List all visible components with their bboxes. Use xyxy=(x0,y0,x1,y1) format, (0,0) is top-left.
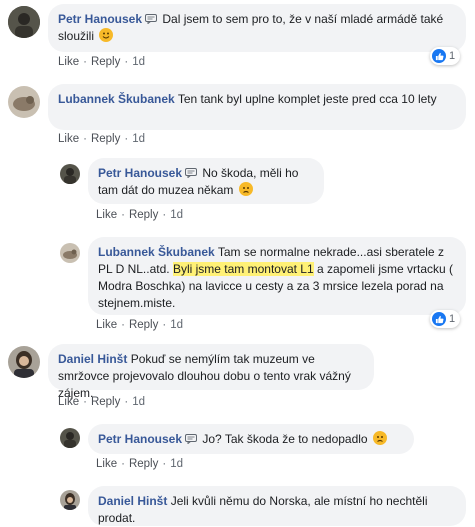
highlighted-text: Byli jsme tam montovat L1 xyxy=(172,262,314,276)
comment-author[interactable]: Daniel Hinšt xyxy=(98,494,167,508)
reaction-count-badge[interactable]: 1 xyxy=(430,47,461,65)
reply-link[interactable]: Reply xyxy=(129,209,158,221)
timestamp[interactable]: 1d xyxy=(132,133,145,145)
comment-bubble: Lubannek Škubanek Tam se normalne nekrad… xyxy=(88,237,466,315)
avatar[interactable] xyxy=(8,6,40,38)
like-link[interactable]: Like xyxy=(96,319,117,331)
timestamp[interactable]: 1d xyxy=(132,396,145,408)
comment-text: Ten tank byl uplne komplet jeste pred cc… xyxy=(177,92,437,106)
avatar[interactable] xyxy=(60,490,80,510)
like-link[interactable]: Like xyxy=(96,458,117,470)
comment-bubble: Lubannek Škubanek Ten tank byl uplne kom… xyxy=(48,84,466,130)
comment-actions: Like · Reply · 1d xyxy=(58,56,145,68)
timestamp[interactable]: 1d xyxy=(170,458,183,470)
reaction-count-badge[interactable]: 1 xyxy=(430,310,461,328)
timestamp[interactable]: 1d xyxy=(170,319,183,331)
avatar-image xyxy=(8,6,40,38)
speech-bubble-icon xyxy=(185,168,197,178)
comment-bubble: Daniel Hinšt Jeli kvůli němu do Norska, … xyxy=(88,486,466,526)
avatar[interactable] xyxy=(60,428,80,448)
reaction-count: 1 xyxy=(449,313,456,325)
avatar-image xyxy=(8,346,40,378)
comment-author[interactable]: Petr Hanousek xyxy=(98,432,182,446)
comment-actions: Like · Reply · 1d xyxy=(58,396,145,408)
reply-link[interactable]: Reply xyxy=(129,319,158,331)
reaction-count: 1 xyxy=(449,50,456,62)
comment-actions: Like · Reply · 1d xyxy=(96,319,183,331)
comment-author[interactable]: Petr Hanousek xyxy=(58,12,142,26)
speech-bubble-icon xyxy=(185,434,197,444)
reply-link[interactable]: Reply xyxy=(91,133,120,145)
smile-emoji-icon xyxy=(99,28,114,42)
comment-actions: Like · Reply · 1d xyxy=(58,133,145,145)
avatar-image xyxy=(60,243,80,263)
timestamp[interactable]: 1d xyxy=(170,209,183,221)
sad-emoji-icon xyxy=(238,182,253,196)
avatar[interactable] xyxy=(8,86,40,118)
comment-author[interactable]: Lubannek Škubanek xyxy=(98,245,215,259)
reply-link[interactable]: Reply xyxy=(91,396,120,408)
comment-author[interactable]: Petr Hanousek xyxy=(98,166,182,180)
comment-bubble: Daniel Hinšt Pokuď se nemýlím tak muzeum… xyxy=(48,344,374,400)
comment-bubble: Petr Hanousek Jo? Tak škoda že to nedopa… xyxy=(88,424,414,454)
reply-link[interactable]: Reply xyxy=(91,56,120,68)
like-reaction-icon xyxy=(432,49,446,63)
comment-actions: Like · Reply · 1d xyxy=(96,458,183,470)
avatar-image xyxy=(8,86,40,118)
like-link[interactable]: Like xyxy=(58,133,79,145)
sad-emoji-icon xyxy=(372,431,387,445)
comment-bubble: Petr Hanousek No škoda, měli ho tam dát … xyxy=(88,158,324,204)
comment-actions: Like · Reply · 1d xyxy=(96,209,183,221)
timestamp[interactable]: 1d xyxy=(132,56,145,68)
avatar-image xyxy=(60,164,80,184)
comment-bubble: Petr Hanousek Dal jsem to sem pro to, že… xyxy=(48,4,466,52)
speech-bubble-icon xyxy=(145,14,157,24)
avatar[interactable] xyxy=(60,164,80,184)
like-link[interactable]: Like xyxy=(58,56,79,68)
like-link[interactable]: Like xyxy=(96,209,117,221)
avatar[interactable] xyxy=(60,243,80,263)
comment-text: Jo? Tak škoda že to nedopadlo xyxy=(202,432,368,446)
comment-author[interactable]: Daniel Hinšt xyxy=(58,352,127,366)
avatar-image xyxy=(60,490,80,510)
reply-link[interactable]: Reply xyxy=(129,458,158,470)
like-link[interactable]: Like xyxy=(58,396,79,408)
comment-author[interactable]: Lubannek Škubanek xyxy=(58,92,175,106)
avatar[interactable] xyxy=(8,346,40,378)
avatar-image xyxy=(60,428,80,448)
like-reaction-icon xyxy=(432,312,446,326)
